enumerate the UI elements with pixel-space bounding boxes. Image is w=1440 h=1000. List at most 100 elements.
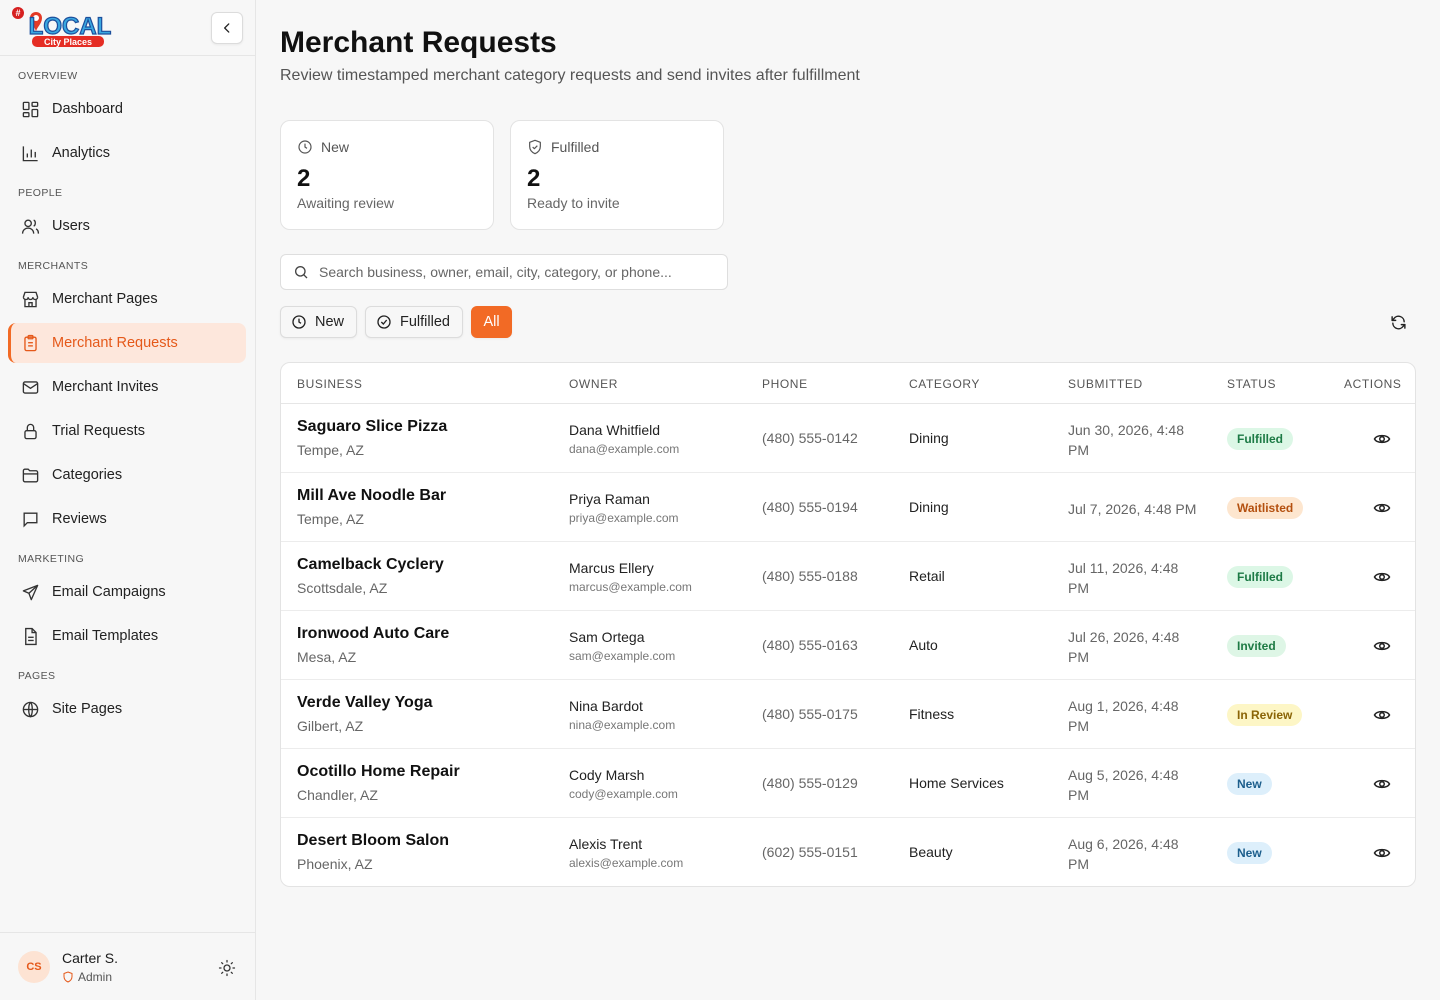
stat-card-new: New 2 Awaiting review (280, 120, 494, 230)
stat-label: New (321, 139, 350, 155)
submitted-date: Aug 5, 2026, 4:48 PM (1068, 767, 1179, 803)
stat-card-header: Fulfilled (527, 139, 599, 155)
filter-fulfilled-button[interactable]: Fulfilled (365, 306, 463, 338)
sidebar-item-dashboard[interactable]: Dashboard (8, 89, 246, 129)
sidebar-item-email-templates[interactable]: Email Templates (8, 616, 246, 656)
local-city-places-logo[interactable]: # LOCAL City Places (10, 6, 114, 50)
view-button[interactable] (1371, 704, 1393, 726)
owner-name: Marcus Ellery (569, 560, 654, 576)
view-button[interactable] (1371, 566, 1393, 588)
sidebar-item-email-campaigns[interactable]: Email Campaigns (8, 572, 246, 612)
submitted-date: Jul 26, 2026, 4:48 PM (1068, 629, 1180, 665)
sidebar-item-merchant-requests[interactable]: Merchant Requests (8, 323, 246, 363)
table-row[interactable]: Ironwood Auto Care Mesa, AZ Sam Ortega s… (281, 611, 1415, 680)
view-button[interactable] (1371, 497, 1393, 519)
submitted-date: Jun 30, 2026, 4:48 PM (1068, 422, 1184, 458)
file-icon (20, 626, 40, 646)
status-badge: Invited (1227, 635, 1286, 657)
owner-email: priya@example.com (569, 511, 679, 525)
svg-text:City Places: City Places (44, 37, 92, 47)
sidebar-item-reviews[interactable]: Reviews (8, 499, 246, 539)
view-button[interactable] (1371, 428, 1393, 450)
business-name: Ironwood Auto Care (297, 625, 450, 642)
search-box (280, 254, 728, 290)
phone: (480) 555-0129 (762, 775, 858, 791)
eye-icon (1373, 503, 1391, 513)
category: Auto (909, 637, 938, 653)
eye-icon (1373, 779, 1391, 789)
table-row[interactable]: Mill Ave Noodle Bar Tempe, AZ Priya Rama… (281, 473, 1415, 542)
section-label-merchants: MERCHANTS (18, 260, 89, 272)
owner-email: cody@example.com (569, 787, 678, 801)
sidebar-item-label: Email Templates (52, 628, 159, 644)
sidebar-item-categories[interactable]: Categories (8, 455, 246, 495)
column-header-owner[interactable]: OWNER (569, 377, 618, 391)
view-button[interactable] (1371, 842, 1393, 864)
column-header-submitted[interactable]: SUBMITTED (1068, 377, 1143, 391)
column-header-status[interactable]: STATUS (1227, 377, 1276, 391)
owner-email: sam@example.com (569, 649, 676, 663)
business-city: Tempe, AZ (297, 511, 364, 527)
view-button[interactable] (1371, 773, 1393, 795)
phone: (602) 555-0151 (762, 844, 858, 860)
dashboard-icon (20, 99, 40, 119)
logo-row: # LOCAL City Places (0, 0, 255, 56)
filter-all-button[interactable]: All (471, 306, 512, 338)
owner-name: Sam Ortega (569, 629, 645, 645)
section-label-pages: PAGES (18, 670, 56, 682)
status-badge: New (1227, 773, 1272, 795)
stat-card-header: New (297, 139, 349, 155)
search-input[interactable] (319, 264, 719, 280)
sidebar-item-users[interactable]: Users (8, 206, 246, 246)
theme-toggle-button[interactable] (216, 957, 238, 979)
eye-icon (1373, 434, 1391, 444)
page-title: Merchant Requests (280, 26, 557, 59)
business-name: Camelback Cyclery (297, 556, 444, 573)
shield-icon (63, 971, 73, 983)
shield-check-icon (529, 139, 541, 155)
eye-icon (1373, 641, 1391, 651)
store-icon (20, 289, 40, 309)
user-role-label: Admin (78, 970, 113, 984)
column-header-business[interactable]: BUSINESS (297, 377, 363, 391)
table-row[interactable]: Desert Bloom Salon Phoenix, AZ Alexis Tr… (281, 818, 1415, 886)
message-icon (20, 509, 40, 529)
collapse-sidebar-button[interactable] (211, 12, 243, 44)
sidebar-item-label: Analytics (52, 145, 111, 161)
analytics-icon (20, 143, 40, 163)
section-label-overview: OVERVIEW (18, 70, 78, 82)
lock-icon (20, 421, 40, 441)
sidebar-item-label: Users (52, 218, 90, 234)
business-city: Gilbert, AZ (297, 718, 364, 734)
filter-new-button[interactable]: New (280, 306, 357, 338)
stat-description: Awaiting review (297, 195, 395, 211)
submitted-date: Aug 1, 2026, 4:48 PM (1068, 698, 1179, 734)
stat-value: 2 (297, 165, 311, 192)
clipboard-icon (20, 333, 40, 353)
table-row[interactable]: Ocotillo Home Repair Chandler, AZ Cody M… (281, 749, 1415, 818)
category: Home Services (909, 775, 1004, 791)
owner-name: Nina Bardot (569, 698, 643, 714)
svg-text:#: # (15, 8, 20, 18)
filter-label: Fulfilled (400, 314, 450, 330)
business-name: Verde Valley Yoga (297, 694, 433, 711)
sidebar-item-label: Merchant Pages (52, 291, 158, 307)
sidebar-item-analytics[interactable]: Analytics (8, 133, 246, 173)
table-row[interactable]: Verde Valley Yoga Gilbert, AZ Nina Bardo… (281, 680, 1415, 749)
column-header-category[interactable]: CATEGORY (909, 377, 980, 391)
submitted-date: Aug 6, 2026, 4:48 PM (1068, 836, 1179, 872)
sidebar-item-site-pages[interactable]: Site Pages (8, 689, 246, 729)
avatar[interactable]: CS (18, 951, 50, 983)
table-row[interactable]: Saguaro Slice Pizza Tempe, AZ Dana Whitf… (281, 404, 1415, 473)
status-badge: Waitlisted (1227, 497, 1304, 519)
sidebar-item-merchant-pages[interactable]: Merchant Pages (8, 279, 246, 319)
sidebar-item-trial-requests[interactable]: Trial Requests (8, 411, 246, 451)
filter-label: New (315, 314, 345, 330)
refresh-button[interactable] (1386, 310, 1410, 334)
requests-table: BUSINESS OWNER PHONE CATEGORY SUBMITTED … (280, 362, 1416, 887)
owner-email: alexis@example.com (569, 856, 684, 870)
sidebar-item-merchant-invites[interactable]: Merchant Invites (8, 367, 246, 407)
view-button[interactable] (1371, 635, 1393, 657)
column-header-phone[interactable]: PHONE (762, 377, 808, 391)
table-row[interactable]: Camelback Cyclery Scottsdale, AZ Marcus … (281, 542, 1415, 611)
